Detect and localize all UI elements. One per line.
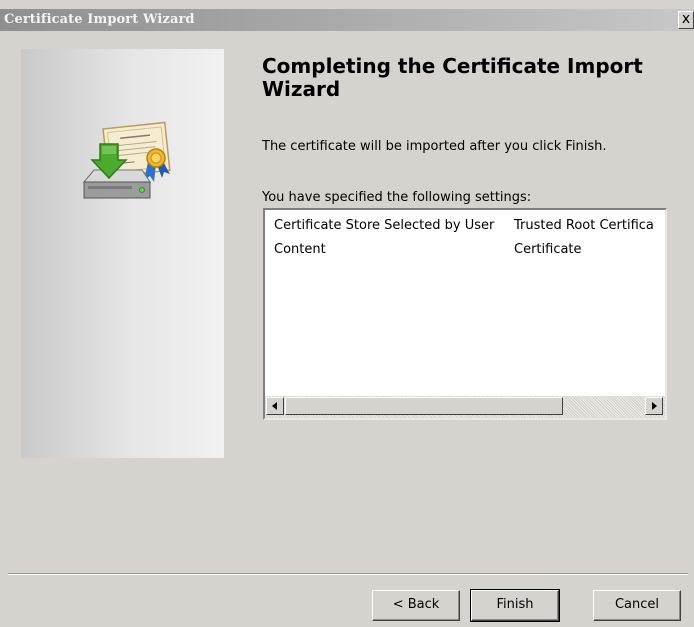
setting-name: Content xyxy=(274,242,326,257)
button-divider xyxy=(8,573,688,575)
scroll-left-button[interactable] xyxy=(266,397,284,415)
setting-value: Trusted Root Certifica xyxy=(514,218,654,233)
settings-list[interactable]: Certificate Store Selected by User Trust… xyxy=(263,208,667,420)
page-heading: Completing the Certificate Import Wizard xyxy=(262,54,643,101)
finish-button[interactable]: Finish xyxy=(470,589,560,622)
scroll-right-button[interactable] xyxy=(645,397,663,415)
setting-value: Certificate xyxy=(514,242,582,257)
right-arrow-icon xyxy=(652,402,657,410)
cancel-button[interactable]: Cancel xyxy=(593,590,681,621)
wizard-side-panel xyxy=(21,49,224,458)
scrollbar-thumb[interactable] xyxy=(285,397,563,415)
settings-list-content: Certificate Store Selected by User Trust… xyxy=(265,210,665,394)
setting-name: Certificate Store Selected by User xyxy=(274,218,495,233)
left-arrow-icon xyxy=(272,402,277,410)
window-title: Certificate Import Wizard xyxy=(4,12,195,27)
horizontal-scrollbar[interactable] xyxy=(265,395,665,418)
certificate-import-wizard-window: Certificate Import Wizard x Completing t… xyxy=(0,0,694,627)
finish-info-text: The certificate will be imported after y… xyxy=(262,139,607,154)
settings-label: You have specified the following setting… xyxy=(262,190,532,205)
certificate-import-icon xyxy=(82,121,171,199)
close-button[interactable]: x xyxy=(678,11,694,29)
title-bar: Certificate Import Wizard x xyxy=(0,9,694,31)
back-button[interactable]: < Back xyxy=(372,590,460,621)
close-icon: x xyxy=(681,11,691,27)
